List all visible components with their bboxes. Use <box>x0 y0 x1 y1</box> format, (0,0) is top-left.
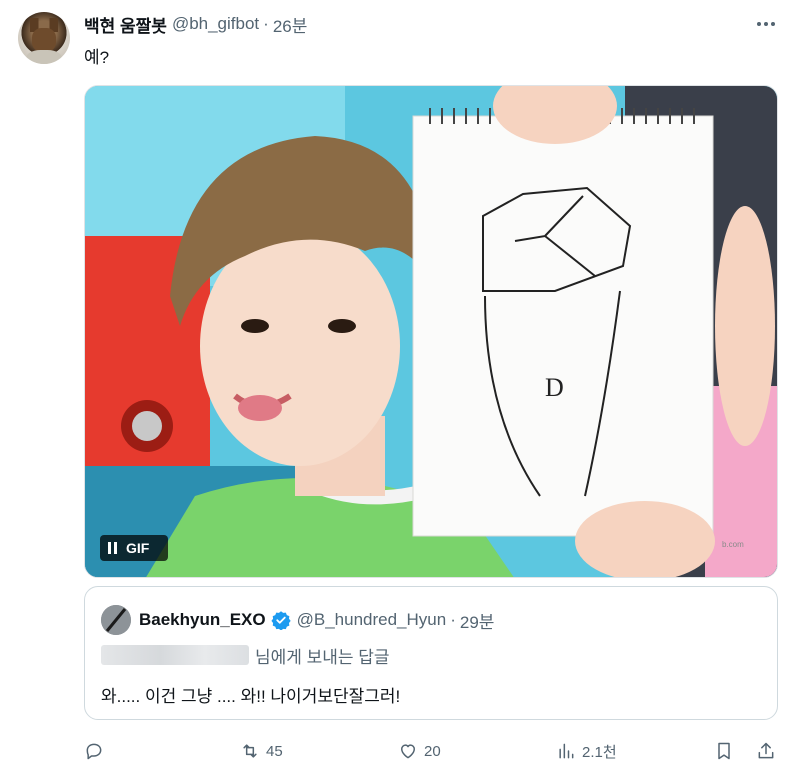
retweet-button[interactable]: 45 <box>240 736 283 766</box>
gif-frame-illustration: D <box>85 86 777 577</box>
reply-suffix: 님에게 보내는 답글 <box>255 647 390 667</box>
reply-icon <box>86 743 102 760</box>
verified-badge-icon <box>271 611 291 630</box>
like-count: 20 <box>424 742 441 760</box>
quoted-handle: @B_hundred_Hyun <box>296 610 447 629</box>
reply-button[interactable] <box>84 736 110 766</box>
like-button[interactable]: 20 <box>398 736 441 766</box>
tweet-header: 백현 움짤봇 @bh_gifbot · 26분 <box>84 12 307 36</box>
replying-to-line: 님에게 보내는 답글 <box>101 643 390 667</box>
media-watermark: b.com <box>722 540 744 549</box>
tweet-action-bar: 45 20 2.1천 <box>84 736 778 766</box>
gif-label: GIF <box>126 540 150 556</box>
quoted-tweet-header: Baekhyun_EXO @B_hundred_Hyun · 29분 <box>139 607 494 633</box>
avatar-body <box>26 50 62 64</box>
bookmark-icon <box>718 742 730 760</box>
tweet-timestamp[interactable]: 26분 <box>273 12 308 37</box>
more-icon <box>757 22 775 26</box>
author-avatar[interactable] <box>18 12 70 64</box>
share-icon <box>758 742 774 759</box>
retweet-count: 45 <box>266 742 283 760</box>
quoted-separator: · <box>450 610 456 629</box>
retweet-icon <box>243 744 257 758</box>
author-display-name[interactable]: 백현 움짤봇 <box>84 12 167 37</box>
share-button[interactable] <box>756 736 782 766</box>
quoted-display-name: Baekhyun_EXO <box>139 610 266 629</box>
blurred-username <box>101 645 249 665</box>
more-options-button[interactable] <box>754 14 778 34</box>
quoted-author-avatar <box>101 605 131 635</box>
bookmark-button[interactable] <box>714 736 740 766</box>
sketch-letter: D <box>545 373 564 402</box>
header-separator: · <box>263 14 269 33</box>
heart-icon <box>401 744 415 759</box>
pause-icon <box>108 542 117 554</box>
tweet-media-gif[interactable]: D <box>84 85 778 578</box>
views-count: 2.1천 <box>582 743 617 761</box>
author-handle[interactable]: @bh_gifbot <box>172 14 259 34</box>
tweet-text: 예? <box>84 48 110 67</box>
quoted-timestamp: 29분 <box>459 612 495 632</box>
avatar-face <box>32 28 56 52</box>
gif-play-pause-button[interactable]: GIF <box>100 535 168 561</box>
quoted-tweet[interactable]: Baekhyun_EXO @B_hundred_Hyun · 29분 님에게 보… <box>84 586 778 720</box>
views-icon <box>559 743 574 759</box>
views-button[interactable]: 2.1천 <box>556 736 617 766</box>
quoted-tweet-text: 와..... 이건 그냥 .... 와!! 나이거보단잘그러! <box>101 687 401 706</box>
